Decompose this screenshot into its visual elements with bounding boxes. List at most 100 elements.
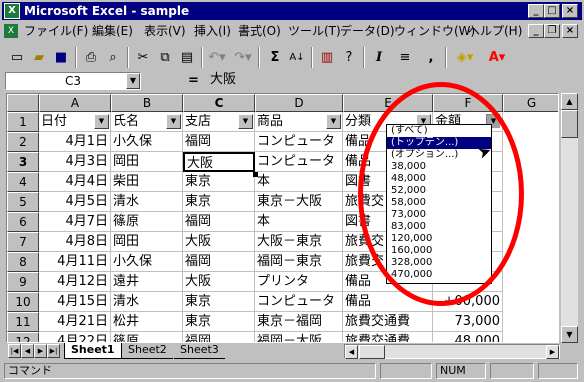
open-folder-icon[interactable]: ▰ xyxy=(28,47,50,68)
horizontal-scrollbar[interactable]: ◀ ▶ xyxy=(344,344,560,359)
column-header-c[interactable]: C xyxy=(183,94,255,112)
scroll-left-icon[interactable]: ◀ xyxy=(345,345,358,359)
table-cell[interactable]: プリンタ xyxy=(255,272,343,292)
table-cell[interactable]: 本 xyxy=(255,172,343,192)
table-cell[interactable]: 4月12日 xyxy=(39,272,111,292)
table-cell[interactable]: 福岡－東京 xyxy=(255,252,343,272)
row-header[interactable]: 12 xyxy=(7,332,39,342)
table-cell[interactable]: 大阪 xyxy=(183,232,255,252)
menu-format[interactable]: 書式(O) xyxy=(238,24,281,38)
header-cell-name[interactable]: 氏名 ▼ xyxy=(111,112,183,132)
table-cell[interactable]: 大阪－東京 xyxy=(255,232,343,252)
next-sheet-icon[interactable]: ▶ xyxy=(34,344,47,358)
scroll-up-icon[interactable]: ▲ xyxy=(561,93,578,110)
document-icon[interactable]: X xyxy=(4,24,18,38)
table-cell[interactable]: 岡田 xyxy=(111,232,183,252)
autofilter-chevron-icon[interactable]: ▼ xyxy=(166,114,181,129)
fill-color-icon[interactable]: ◈▾ xyxy=(452,47,478,68)
table-cell[interactable]: 東京 xyxy=(183,292,255,312)
table-cell[interactable]: 東京 xyxy=(183,172,255,192)
table-cell[interactable]: 岡田 xyxy=(111,152,183,172)
save-icon[interactable]: ■ xyxy=(50,47,72,68)
menu-data[interactable]: データ(D) xyxy=(340,24,395,38)
row-header[interactable]: 8 xyxy=(7,252,39,272)
table-cell[interactable]: コンピュータ xyxy=(255,292,343,312)
table-cell[interactable]: 清水 xyxy=(111,192,183,212)
table-cell[interactable]: 篠原 xyxy=(111,332,183,342)
column-header-b[interactable]: B xyxy=(111,94,183,112)
table-cell[interactable]: 清水 xyxy=(111,292,183,312)
table-cell[interactable]: 東京 xyxy=(183,192,255,212)
chevron-down-icon[interactable]: ▼ xyxy=(126,73,140,89)
table-cell[interactable]: 48,000 xyxy=(433,332,503,342)
table-cell[interactable]: コンピュータ xyxy=(255,152,343,172)
row-header[interactable]: 11 xyxy=(7,312,39,332)
print-preview-icon[interactable]: ⌕ xyxy=(102,47,124,68)
menu-insert[interactable]: 挿入(I) xyxy=(194,24,231,38)
redo-icon[interactable]: ↷▾ xyxy=(232,47,254,68)
table-cell[interactable]: 柴田 xyxy=(111,172,183,192)
row-header[interactable]: 6 xyxy=(7,212,39,232)
scroll-down-icon[interactable]: ▼ xyxy=(561,326,578,343)
table-cell[interactable]: 本 xyxy=(255,212,343,232)
table-cell[interactable]: コンピュータ xyxy=(255,132,343,152)
table-cell[interactable]: 福岡 xyxy=(183,332,255,342)
sheet-tab-active[interactable]: Sheet1 xyxy=(64,343,122,359)
header-cell-branch[interactable]: 支店 ▼ xyxy=(183,112,255,132)
undo-icon[interactable]: ↶▾ xyxy=(206,47,228,68)
doc-close-button[interactable]: × xyxy=(562,24,578,38)
scroll-thumb[interactable] xyxy=(561,110,578,138)
table-cell[interactable]: 4月21日 xyxy=(39,312,111,332)
row-header[interactable]: 3 xyxy=(7,152,39,172)
table-cell[interactable]: 松井 xyxy=(111,312,183,332)
table-cell[interactable]: 4月11日 xyxy=(39,252,111,272)
select-all-corner[interactable] xyxy=(7,94,39,112)
table-cell[interactable]: 4月22日 xyxy=(39,332,111,342)
table-cell[interactable]: 4月7日 xyxy=(39,212,111,232)
row-header[interactable]: 1 xyxy=(7,112,39,132)
equals-sign[interactable]: = xyxy=(188,73,199,88)
comma-style-button[interactable]: , xyxy=(420,47,442,68)
row-header[interactable]: 2 xyxy=(7,132,39,152)
align-center-icon[interactable]: ≡ xyxy=(394,47,416,68)
menu-help[interactable]: ヘルプ(H) xyxy=(468,24,522,38)
column-header-a[interactable]: A xyxy=(39,94,111,112)
sheet-tab[interactable]: Sheet3 xyxy=(174,343,225,359)
table-cell[interactable]: 旅費交通費 xyxy=(343,332,433,342)
doc-minimize-button[interactable]: _ xyxy=(528,24,544,38)
chart-wizard-icon[interactable]: ▥ xyxy=(316,47,338,68)
sheet-tab[interactable]: Sheet2 xyxy=(122,343,173,359)
help-icon[interactable]: ? xyxy=(338,47,360,68)
scroll-right-icon[interactable]: ▶ xyxy=(546,345,559,359)
last-sheet-icon[interactable]: ▶| xyxy=(47,344,60,358)
name-box[interactable]: C3 ▼ xyxy=(5,72,141,90)
hscroll-thumb[interactable] xyxy=(359,345,385,359)
menu-view[interactable]: 表示(V) xyxy=(144,24,186,38)
table-cell[interactable]: 福岡 xyxy=(183,252,255,272)
row-header[interactable]: 5 xyxy=(7,192,39,212)
table-cell[interactable]: 福岡 xyxy=(183,212,255,232)
header-cell-product[interactable]: 商品 ▼ xyxy=(255,112,343,132)
table-cell[interactable]: 73,000 xyxy=(433,312,503,332)
autofilter-chevron-icon[interactable]: ▼ xyxy=(238,114,253,129)
autofilter-chevron-icon[interactable]: ▼ xyxy=(326,114,341,129)
column-header-d[interactable]: D xyxy=(255,94,343,112)
table-cell[interactable]: 4月1日 xyxy=(39,132,111,152)
column-header-g[interactable]: G xyxy=(503,94,558,112)
vertical-scrollbar[interactable]: ▲ ▼ xyxy=(561,93,578,343)
table-cell[interactable]: 4月15日 xyxy=(39,292,111,312)
menu-tools[interactable]: ツール(T) xyxy=(288,24,341,38)
formula-input[interactable]: 大阪 xyxy=(204,72,580,90)
autosum-button[interactable]: Σ xyxy=(264,47,286,68)
table-cell[interactable]: 篠原 xyxy=(111,212,183,232)
maximize-button[interactable]: □ xyxy=(544,4,560,18)
table-cell[interactable]: 東京－福岡 xyxy=(255,312,343,332)
table-cell[interactable]: 遠井 xyxy=(111,272,183,292)
table-cell[interactable]: 大阪 xyxy=(183,272,255,292)
table-cell[interactable]: 東京 xyxy=(183,312,255,332)
prev-sheet-icon[interactable]: ◀ xyxy=(21,344,34,358)
table-cell[interactable]: 4月5日 xyxy=(39,192,111,212)
print-icon[interactable]: ⎙ xyxy=(80,47,102,68)
table-cell[interactable]: 東京－大阪 xyxy=(255,192,343,212)
row-header[interactable]: 9 xyxy=(7,272,39,292)
